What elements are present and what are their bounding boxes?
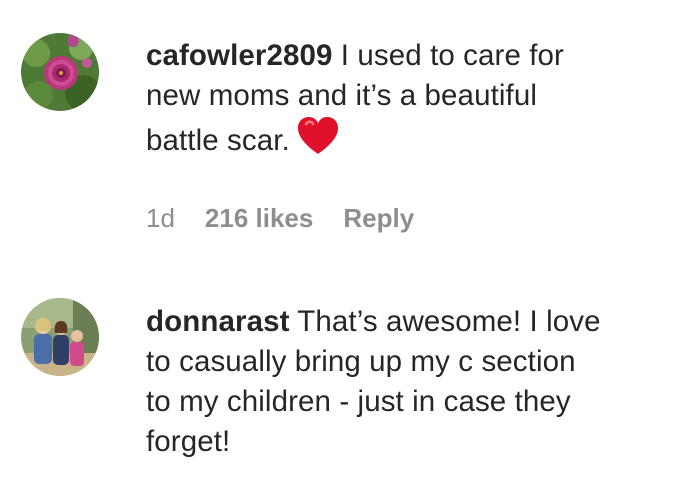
family-photo-avatar-image [21,298,99,376]
comment-text-line-3: to my children - just in case they [146,385,571,418]
red-heart-icon [297,117,338,154]
comment-text-line-1: I used to care for [332,39,564,72]
comment-likes-count[interactable]: 216 likes [205,203,313,233]
comment-timestamp[interactable]: 1d [146,203,175,233]
comment-body: donnarast That’s awesome! I love to casu… [146,302,694,462]
comment-text-line-2: to casually bring up my c section [146,345,576,378]
reply-button[interactable]: Reply [343,203,414,233]
user-avatar[interactable] [21,298,99,376]
comment-text-line-2: new moms and it’s a beautiful [146,79,537,112]
comment-text-line-3: battle scar. [146,124,290,157]
comment-meta: 1d 216 likes Reply [146,200,444,236]
comment-body: cafowler2809 I used to care for new moms… [146,36,694,161]
comment-text-line-1: That’s awesome! I love [289,305,601,338]
flower-avatar-image [21,33,99,111]
comment-username[interactable]: cafowler2809 [146,39,333,72]
comment-username[interactable]: donnarast [146,305,290,338]
comment-text-line-4: forget! [146,425,231,458]
user-avatar[interactable] [21,33,99,111]
